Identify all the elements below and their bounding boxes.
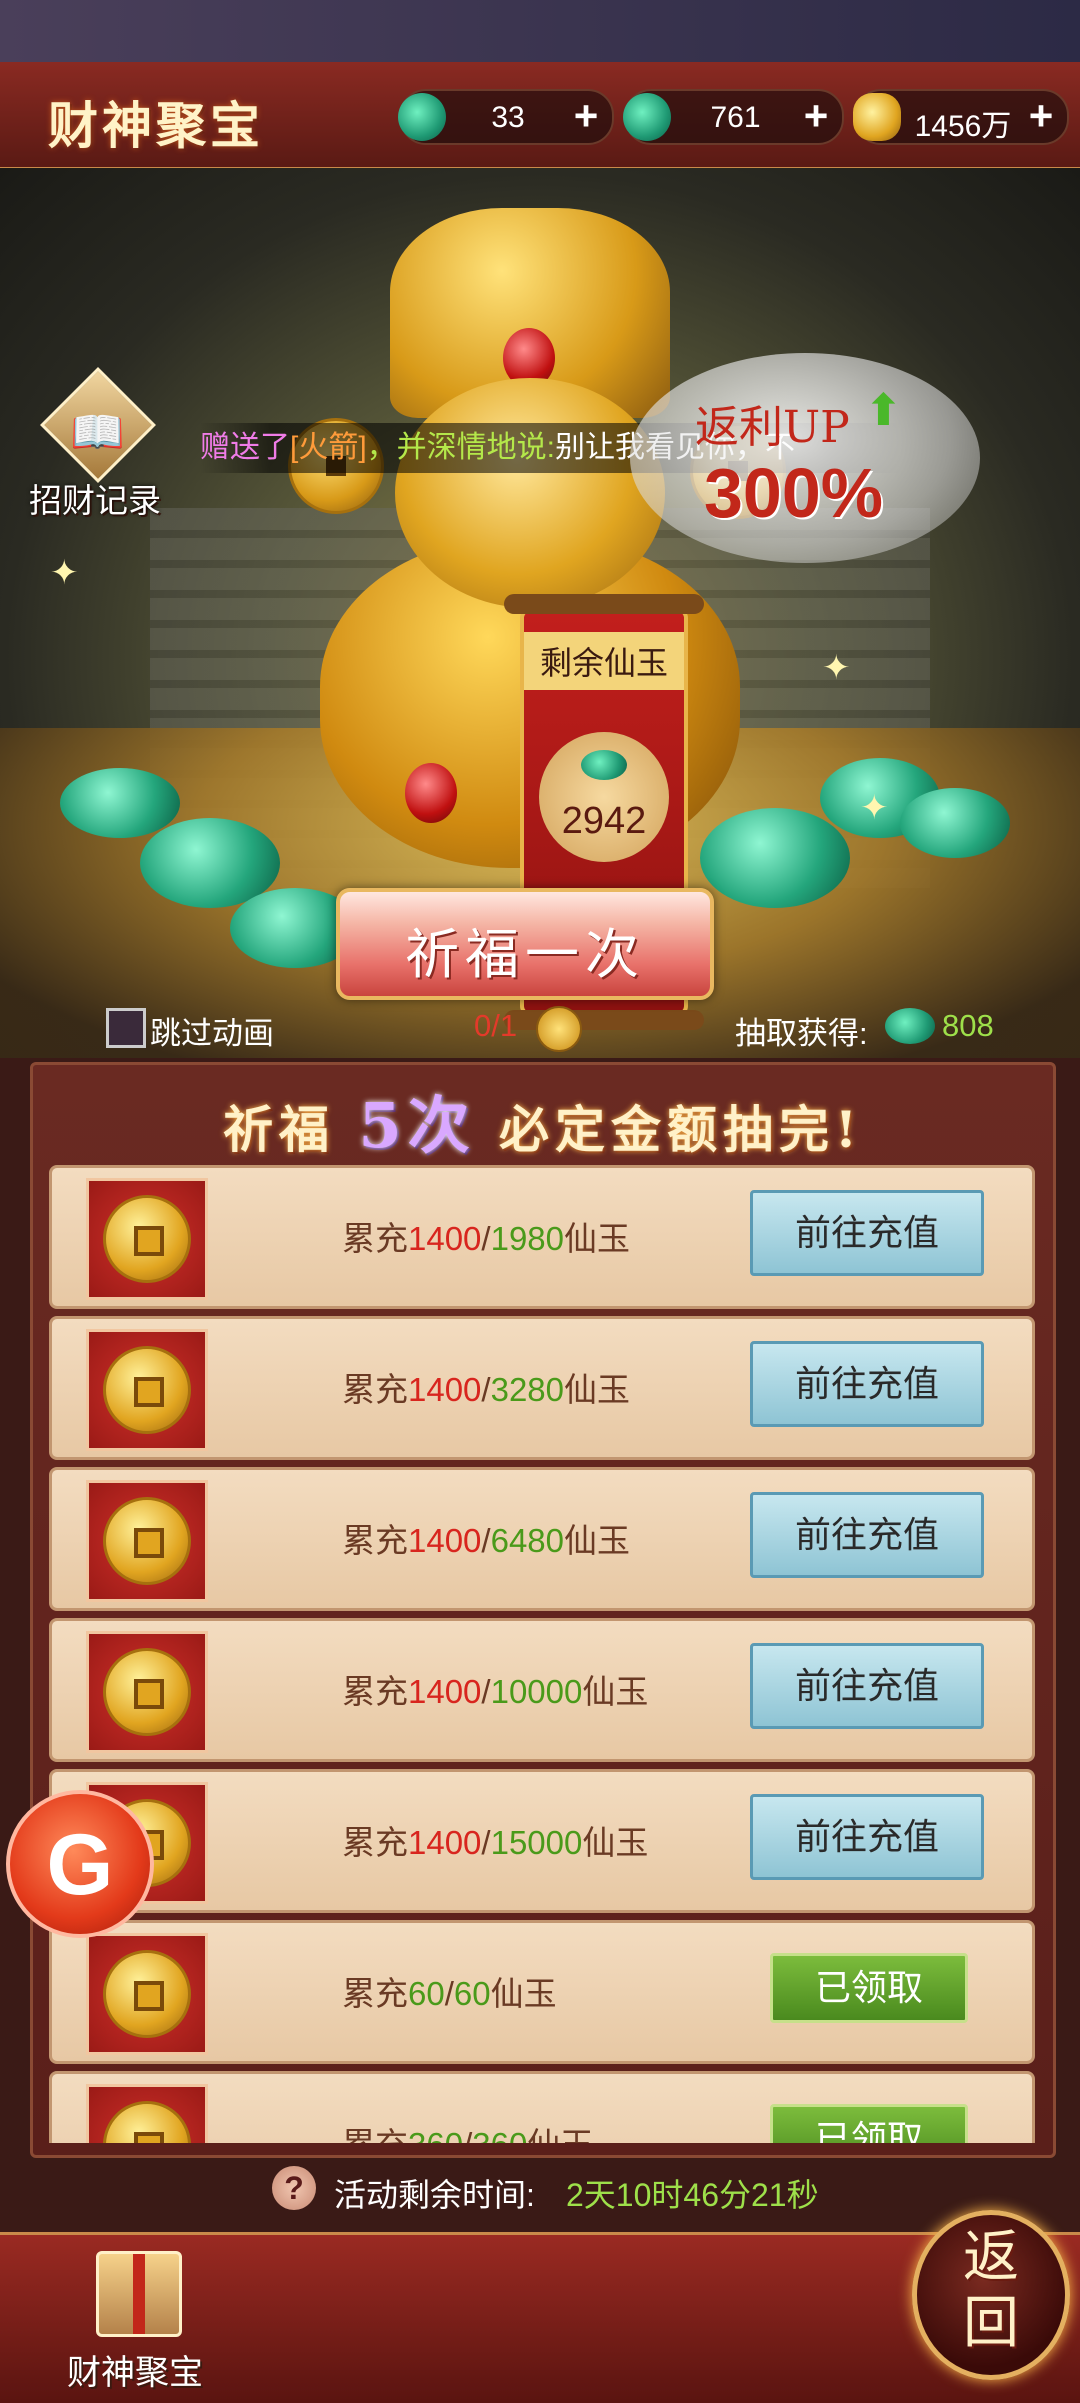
go-recharge-button[interactable]: 前往充值 [750, 1190, 984, 1276]
pray-guarantee-banner: 祈福 5次 必定金额抽完! [33, 1075, 1053, 1165]
tab-fortune-god-label: 财神聚宝 [67, 2354, 203, 2392]
g-logo-icon: G [46, 1817, 114, 1913]
jade-icon [885, 1008, 935, 1044]
timer-label: 活动剩余时间: [334, 2177, 535, 2213]
pray-counter: 0/1 [474, 1008, 518, 1043]
go-recharge-button[interactable]: 前往充值 [750, 1794, 984, 1880]
add-jade-button[interactable]: + [566, 95, 606, 137]
rebate-up-bubble: 返利UP ⬆ 300% [630, 353, 980, 563]
recharge-progress: 累充1400/1980仙玉 [342, 1220, 631, 1257]
jade-pile [900, 788, 1010, 858]
statue-face [395, 378, 665, 608]
back-label: 返回 [963, 2225, 1019, 2356]
jade-pile [60, 768, 180, 838]
tab-fortune-god[interactable]: 财神聚宝 [40, 2235, 230, 2403]
status-strip [0, 0, 1080, 62]
list-item: 累充60/60仙玉 已领取 [49, 1920, 1035, 2064]
locked-jade-value: 761 [710, 101, 761, 134]
belt-gem [405, 763, 457, 823]
sparkle-icon: ✦ [822, 649, 851, 687]
floating-g-button[interactable]: G [6, 1790, 154, 1938]
skip-animation-checkbox[interactable] [106, 1008, 146, 1048]
locked-jade-icon [623, 93, 671, 141]
list-item: 累充1400/15000仙玉 前往充值 [49, 1769, 1035, 1913]
coin-icon [536, 1006, 582, 1052]
recharge-progress: 累充60/60仙玉 [342, 1975, 557, 2012]
list-item: 累充360/360仙玉 已领取 [49, 2071, 1035, 2143]
skip-animation-label[interactable]: 跳过动画 [150, 1008, 274, 1053]
copper-coin-icon [86, 2084, 208, 2143]
recharge-progress: 累充360/360仙玉 [342, 2118, 593, 2143]
list-item: 累充1400/3280仙玉 前往充值 [49, 1316, 1035, 1460]
event-timer: ? 活动剩余时间: 2天10时46分21秒 [0, 2160, 1080, 2222]
add-locked-jade-button[interactable]: + [796, 95, 836, 137]
scroll-label: 剩余仙玉 [524, 632, 684, 690]
header: 财神聚宝 33 + 761 + 1456万 + [0, 62, 1080, 170]
go-recharge-button[interactable]: 前往充值 [750, 1341, 984, 1427]
gold-value: 1456万 [914, 110, 1012, 143]
up-arrow-icon: ⬆ [865, 386, 902, 435]
jade-icon [398, 93, 446, 141]
recharge-progress: 累充1400/3280仙玉 [342, 1371, 631, 1408]
copper-coin-icon [86, 1480, 208, 1602]
claimed-button[interactable]: 已领取 [770, 1953, 968, 2023]
copper-coin-icon [86, 1631, 208, 1753]
sparkle-icon: ✦ [860, 789, 889, 827]
pray-once-label: 祈福一次 [405, 923, 645, 986]
timer-value: 2天10时46分21秒 [566, 2177, 819, 2213]
scroll-circle: 2942 [539, 732, 669, 862]
gold-ingot-icon [853, 93, 901, 141]
page-title: 财神聚宝 [48, 96, 264, 155]
list-item: 累充1400/10000仙玉 前往充值 [49, 1618, 1035, 1762]
recharge-reward-panel: 祈福 5次 必定金额抽完! 累充1400/1980仙玉 前往充值 累充1400/… [30, 1062, 1056, 2158]
add-gold-button[interactable]: + [1021, 95, 1061, 137]
marquee-text: ，并深情地说: [366, 431, 556, 464]
options-row: 跳过动画 0/1 抽取获得: 808 [0, 1000, 1080, 1062]
recharge-list[interactable]: 累充1400/1980仙玉 前往充值 累充1400/3280仙玉 前往充值 累充… [49, 1165, 1037, 2143]
jade-icon [581, 750, 627, 780]
fortune-record-button[interactable]: 📖 招财记录 [20, 367, 170, 519]
copper-coin-icon [86, 1933, 208, 2055]
book-icon: 📖 [70, 408, 125, 457]
go-recharge-button[interactable]: 前往充值 [750, 1492, 984, 1578]
gift-box-icon [96, 2251, 182, 2337]
jade-value: 33 [491, 101, 525, 134]
marquee-text: 赠送了 [200, 431, 290, 464]
recharge-progress: 累充1400/15000仙玉 [342, 1824, 649, 1861]
sparkle-icon: ✦ [50, 554, 79, 592]
locked-jade-resource: 761 + [623, 89, 844, 145]
claimed-button[interactable]: 已领取 [770, 2104, 968, 2143]
banner-text: 祈福 [223, 1100, 336, 1159]
draw-reward-value: 808 [942, 1008, 994, 1043]
draw-reward-label: 抽取获得: [735, 1016, 868, 1051]
copper-coin-icon [86, 1178, 208, 1300]
rebate-title: 返利UP [695, 402, 850, 453]
back-button[interactable]: 返回 [912, 2210, 1070, 2380]
jade-pile [700, 808, 850, 908]
remaining-jade-value: 2942 [561, 800, 647, 842]
fortune-record-label: 招财记录 [29, 482, 161, 519]
marquee-gift: [火箭] [290, 431, 367, 464]
gold-resource: 1456万 + [853, 89, 1069, 145]
rebate-percent: 300% [704, 454, 884, 532]
list-item: 累充1400/1980仙玉 前往充值 [49, 1165, 1035, 1309]
pray-once-button[interactable]: 祈福一次 [336, 888, 714, 1000]
jade-resource: 33 + [398, 89, 614, 145]
help-icon[interactable]: ? [272, 2166, 316, 2210]
scroll-top-bar [504, 594, 704, 614]
banner-count: 5次 [358, 1089, 476, 1162]
go-recharge-button[interactable]: 前往充值 [750, 1643, 984, 1729]
copper-coin-icon [86, 1329, 208, 1451]
recharge-progress: 累充1400/6480仙玉 [342, 1522, 631, 1559]
banner-text: 必定金额抽完! [499, 1100, 863, 1159]
recharge-progress: 累充1400/10000仙玉 [342, 1673, 649, 1710]
list-item: 累充1400/6480仙玉 前往充值 [49, 1467, 1035, 1611]
